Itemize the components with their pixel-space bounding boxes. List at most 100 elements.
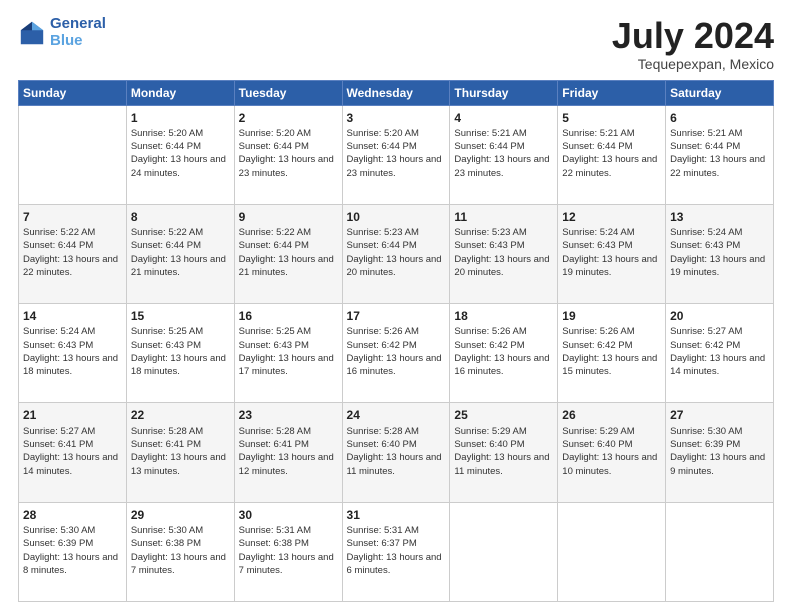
calendar-cell: 22 Sunrise: 5:28 AM Sunset: 6:41 PM Dayli…: [126, 403, 234, 502]
calendar-cell: [19, 105, 127, 204]
calendar-header-row: SundayMondayTuesdayWednesdayThursdayFrid…: [19, 80, 774, 105]
day-info: Sunrise: 5:20 AM Sunset: 6:44 PM Dayligh…: [347, 127, 446, 180]
calendar-cell: [450, 502, 558, 601]
calendar-cell: 10Sunrise: 5:23 AM Sunset: 6:44 PM Dayli…: [342, 204, 450, 303]
calendar-cell: 16Sunrise: 5:25 AM Sunset: 6:43 PM Dayli…: [234, 304, 342, 403]
calendar-cell: 30Sunrise: 5:31 AM Sunset: 6:38 PM Dayli…: [234, 502, 342, 601]
day-info: Sunrise: 5:20 AM Sunset: 6:44 PM Dayligh…: [239, 127, 338, 180]
day-number: 4: [454, 110, 553, 126]
day-number: 13: [670, 209, 769, 225]
day-info: Sunrise: 5:22 AM Sunset: 6:44 PM Dayligh…: [23, 226, 122, 279]
logo-text: General Blue: [50, 16, 106, 49]
day-info: Sunrise: 5:24 AM Sunset: 6:43 PM Dayligh…: [562, 226, 661, 279]
calendar-header-wednesday: Wednesday: [342, 80, 450, 105]
calendar-week-row: 21Sunrise: 5:27 AM Sunset: 6:41 PM Dayli…: [19, 403, 774, 502]
calendar-cell: [558, 502, 666, 601]
calendar-cell: 6Sunrise: 5:21 AM Sunset: 6:44 PM Daylig…: [666, 105, 774, 204]
calendar-header-sunday: Sunday: [19, 80, 127, 105]
day-number: 5: [562, 110, 661, 126]
day-info: Sunrise: 5:26 AM Sunset: 6:42 PM Dayligh…: [347, 325, 446, 378]
subtitle: Tequepexpan, Mexico: [612, 56, 774, 72]
main-title: July 2024: [612, 16, 774, 56]
day-info: Sunrise: 5:30 AM Sunset: 6:39 PM Dayligh…: [670, 425, 769, 478]
day-info: Sunrise: 5:20 AM Sunset: 6:44 PM Dayligh…: [131, 127, 230, 180]
day-number: 21: [23, 407, 122, 423]
calendar-header-monday: Monday: [126, 80, 234, 105]
day-info: Sunrise: 5:25 AM Sunset: 6:43 PM Dayligh…: [131, 325, 230, 378]
day-number: 6: [670, 110, 769, 126]
day-info: Sunrise: 5:24 AM Sunset: 6:43 PM Dayligh…: [670, 226, 769, 279]
day-info: Sunrise: 5:22 AM Sunset: 6:44 PM Dayligh…: [131, 226, 230, 279]
calendar-week-row: 28Sunrise: 5:30 AM Sunset: 6:39 PM Dayli…: [19, 502, 774, 601]
calendar-table: SundayMondayTuesdayWednesdayThursdayFrid…: [18, 80, 774, 602]
calendar-cell: 14Sunrise: 5:24 AM Sunset: 6:43 PM Dayli…: [19, 304, 127, 403]
calendar-cell: 31Sunrise: 5:31 AM Sunset: 6:37 PM Dayli…: [342, 502, 450, 601]
day-info: Sunrise: 5:31 AM Sunset: 6:38 PM Dayligh…: [239, 524, 338, 577]
calendar-header-saturday: Saturday: [666, 80, 774, 105]
calendar-cell: 15Sunrise: 5:25 AM Sunset: 6:43 PM Dayli…: [126, 304, 234, 403]
day-info: Sunrise: 5:23 AM Sunset: 6:44 PM Dayligh…: [347, 226, 446, 279]
calendar-cell: 12Sunrise: 5:24 AM Sunset: 6:43 PM Dayli…: [558, 204, 666, 303]
calendar-header-friday: Friday: [558, 80, 666, 105]
calendar-cell: 25 Sunrise: 5:29 AM Sunset: 6:40 PM Dayli…: [450, 403, 558, 502]
calendar-cell: 4Sunrise: 5:21 AM Sunset: 6:44 PM Daylig…: [450, 105, 558, 204]
day-info: Sunrise: 5:21 AM Sunset: 6:44 PM Dayligh…: [670, 127, 769, 180]
day-info: Sunrise: 5:28 AM Sunset: 6:41 PM Dayligh…: [131, 425, 230, 478]
calendar-week-row: 14Sunrise: 5:24 AM Sunset: 6:43 PM Dayli…: [19, 304, 774, 403]
day-number: 22: [131, 407, 230, 423]
day-number: 26: [562, 407, 661, 423]
calendar-cell: 5Sunrise: 5:21 AM Sunset: 6:44 PM Daylig…: [558, 105, 666, 204]
calendar-cell: 21Sunrise: 5:27 AM Sunset: 6:41 PM Dayli…: [19, 403, 127, 502]
calendar-cell: 3Sunrise: 5:20 AM Sunset: 6:44 PM Daylig…: [342, 105, 450, 204]
calendar-cell: 8Sunrise: 5:22 AM Sunset: 6:44 PM Daylig…: [126, 204, 234, 303]
day-number: 8: [131, 209, 230, 225]
day-info: Sunrise: 5:22 AM Sunset: 6:44 PM Dayligh…: [239, 226, 338, 279]
day-number: 29: [131, 507, 230, 523]
calendar-cell: 1Sunrise: 5:20 AM Sunset: 6:44 PM Daylig…: [126, 105, 234, 204]
day-number: 19: [562, 308, 661, 324]
calendar-week-row: 1Sunrise: 5:20 AM Sunset: 6:44 PM Daylig…: [19, 105, 774, 204]
calendar-cell: 19Sunrise: 5:26 AM Sunset: 6:42 PM Dayli…: [558, 304, 666, 403]
page: General Blue July 2024 Tequepexpan, Mexi…: [0, 0, 792, 612]
day-number: 16: [239, 308, 338, 324]
logo-icon: [18, 19, 46, 47]
calendar-cell: 28Sunrise: 5:30 AM Sunset: 6:39 PM Dayli…: [19, 502, 127, 601]
day-number: 27: [670, 407, 769, 423]
calendar-cell: [666, 502, 774, 601]
day-number: 31: [347, 507, 446, 523]
day-info: Sunrise: 5:21 AM Sunset: 6:44 PM Dayligh…: [454, 127, 553, 180]
day-number: 15: [131, 308, 230, 324]
day-number: 20: [670, 308, 769, 324]
calendar-cell: 23 Sunrise: 5:28 AM Sunset: 6:41 PM Dayli…: [234, 403, 342, 502]
day-number: 14: [23, 308, 122, 324]
day-number: 2: [239, 110, 338, 126]
day-info: Sunrise: 5:29 AM Sunset: 6:40 PM Dayligh…: [562, 425, 661, 478]
calendar-cell: 13Sunrise: 5:24 AM Sunset: 6:43 PM Dayli…: [666, 204, 774, 303]
calendar-cell: 20Sunrise: 5:27 AM Sunset: 6:42 PM Dayli…: [666, 304, 774, 403]
day-number: 30: [239, 507, 338, 523]
calendar-cell: 24Sunrise: 5:28 AM Sunset: 6:40 PM Dayli…: [342, 403, 450, 502]
day-number: 23: [239, 407, 338, 423]
calendar-week-row: 7Sunrise: 5:22 AM Sunset: 6:44 PM Daylig…: [19, 204, 774, 303]
day-info: Sunrise: 5:28 AM Sunset: 6:41 PM Dayligh…: [239, 425, 338, 478]
calendar-header-tuesday: Tuesday: [234, 80, 342, 105]
day-number: 25: [454, 407, 553, 423]
day-number: 18: [454, 308, 553, 324]
logo: General Blue: [18, 16, 106, 49]
calendar-cell: 9Sunrise: 5:22 AM Sunset: 6:44 PM Daylig…: [234, 204, 342, 303]
day-info: Sunrise: 5:24 AM Sunset: 6:43 PM Dayligh…: [23, 325, 122, 378]
day-info: Sunrise: 5:29 AM Sunset: 6:40 PM Dayligh…: [454, 425, 553, 478]
calendar-header-thursday: Thursday: [450, 80, 558, 105]
calendar-cell: 27 Sunrise: 5:30 AM Sunset: 6:39 PM Dayli…: [666, 403, 774, 502]
day-info: Sunrise: 5:21 AM Sunset: 6:44 PM Dayligh…: [562, 127, 661, 180]
day-info: Sunrise: 5:30 AM Sunset: 6:39 PM Dayligh…: [23, 524, 122, 577]
day-info: Sunrise: 5:31 AM Sunset: 6:37 PM Dayligh…: [347, 524, 446, 577]
day-number: 12: [562, 209, 661, 225]
day-number: 9: [239, 209, 338, 225]
day-info: Sunrise: 5:30 AM Sunset: 6:38 PM Dayligh…: [131, 524, 230, 577]
day-number: 11: [454, 209, 553, 225]
day-number: 3: [347, 110, 446, 126]
day-info: Sunrise: 5:27 AM Sunset: 6:42 PM Dayligh…: [670, 325, 769, 378]
title-block: July 2024 Tequepexpan, Mexico: [612, 16, 774, 72]
day-number: 28: [23, 507, 122, 523]
